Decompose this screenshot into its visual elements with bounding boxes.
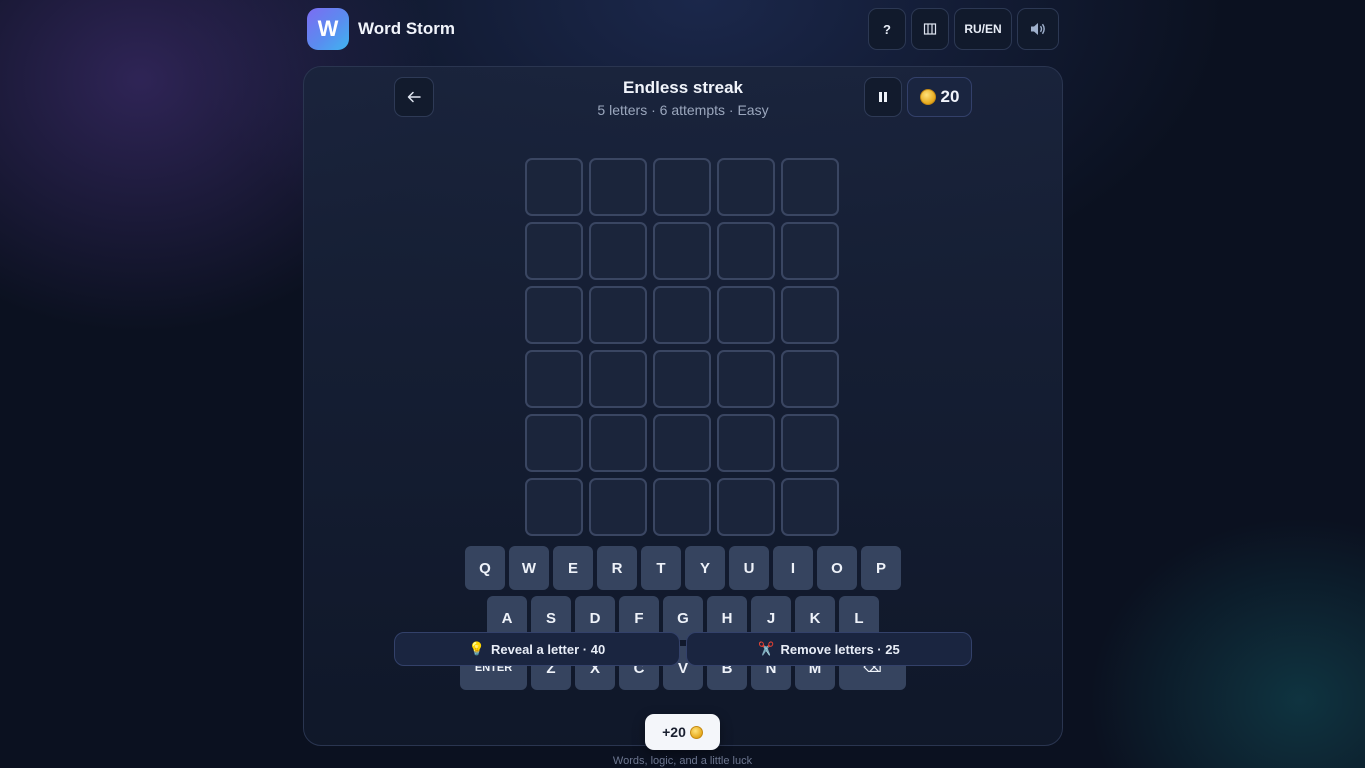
coin-count: 20	[940, 87, 960, 106]
pause-icon	[879, 92, 887, 102]
key-t[interactable]: T	[641, 546, 681, 590]
footer-tagline: Words, logic, and a little luck	[612, 755, 753, 767]
letter-tile	[781, 222, 839, 280]
speaker-icon	[1031, 23, 1045, 35]
guess-grid	[525, 158, 839, 536]
reveal-letter-button[interactable]: 💡 Reveal a letter · 40	[394, 632, 680, 666]
letter-tile	[525, 478, 583, 536]
header-actions: ? RU/EN	[868, 8, 1059, 50]
lightbulb-icon: 💡	[468, 641, 485, 656]
key-r[interactable]: R	[597, 546, 637, 590]
key-w[interactable]: W	[509, 546, 549, 590]
coin-icon	[919, 89, 936, 105]
key-i[interactable]: I	[773, 546, 813, 590]
letter-tile	[653, 350, 711, 408]
letter-tile	[525, 222, 583, 280]
remove-letters-label: Remove letters · 25	[780, 641, 900, 657]
coin-icon	[689, 725, 703, 739]
letter-tile	[525, 414, 583, 472]
key-e[interactable]: E	[553, 546, 593, 590]
letter-tile	[781, 350, 839, 408]
letter-tile	[717, 222, 775, 280]
pause-button[interactable]	[864, 77, 902, 117]
language-toggle-button[interactable]: RU/EN	[954, 8, 1012, 50]
help-button[interactable]: ?	[868, 8, 906, 50]
letter-tile	[589, 222, 647, 280]
key-p[interactable]: P	[861, 546, 901, 590]
letter-tile	[653, 478, 711, 536]
letter-tile	[589, 350, 647, 408]
reward-amount: +20	[662, 724, 686, 740]
reveal-letter-label: Reveal a letter · 40	[491, 641, 606, 657]
letter-tile	[781, 158, 839, 216]
letter-tile	[717, 158, 775, 216]
letter-tile	[525, 350, 583, 408]
sound-button[interactable]	[1017, 8, 1059, 50]
letter-tile	[781, 286, 839, 344]
key-q[interactable]: Q	[465, 546, 505, 590]
coin-reward-toast: +20	[645, 714, 720, 750]
letter-tile	[717, 286, 775, 344]
letter-tile	[525, 286, 583, 344]
letter-tile	[653, 222, 711, 280]
remove-letters-button[interactable]: ✂️ Remove letters · 25	[686, 632, 972, 666]
letter-tile	[589, 478, 647, 536]
letter-tile	[717, 350, 775, 408]
app-name: Word Storm	[358, 19, 455, 38]
key-y[interactable]: Y	[685, 546, 725, 590]
brand: W Word Storm	[307, 8, 455, 50]
letter-tile	[653, 286, 711, 344]
letter-tile	[589, 414, 647, 472]
top-bar: W Word Storm ? RU/EN	[307, 8, 1059, 50]
letter-tile	[653, 158, 711, 216]
scissors-icon: ✂️	[758, 641, 775, 656]
letter-tile	[653, 414, 711, 472]
stats-icon	[923, 23, 937, 35]
key-u[interactable]: U	[729, 546, 769, 590]
letter-tile	[717, 414, 775, 472]
letter-tile	[781, 414, 839, 472]
key-o[interactable]: O	[817, 546, 857, 590]
letter-tile	[525, 158, 583, 216]
letter-tile	[589, 158, 647, 216]
letter-tile	[717, 478, 775, 536]
letter-tile	[781, 478, 839, 536]
letter-tile	[589, 286, 647, 344]
coin-balance: 20	[907, 77, 972, 117]
app-logo: W	[307, 8, 349, 50]
stats-button[interactable]	[911, 8, 949, 50]
keyboard-row-1: QWERTYUIOP	[465, 546, 901, 590]
